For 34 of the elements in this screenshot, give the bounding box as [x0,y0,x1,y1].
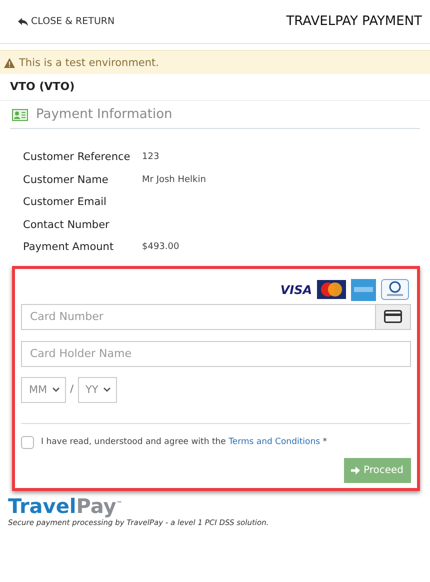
detail-value: Mr Josh Helkin [142,174,206,185]
chevron-down-icon [103,387,112,392]
detail-label: Payment Amount [23,241,115,254]
detail-label: Customer Name [23,174,110,186]
detail-label: Customer Reference [23,151,132,164]
detail-value: $493.00 [142,242,180,252]
page-title: TRAVELPAY PAYMENT [286,14,422,29]
expiry-year-dropdown[interactable]: YY [78,376,118,402]
section-title: Payment Information [36,107,172,122]
credit-card-icon [376,304,411,330]
visa-logo: VISA [280,282,312,296]
date-separator: / [70,384,74,395]
back-arrow-icon [18,18,28,26]
chevron-down-icon [52,387,60,392]
agency-name: VTO (VTO) [0,74,430,101]
detail-label: Customer Email [23,196,108,208]
detail-value: 123 [142,152,160,162]
expiry-month-dropdown[interactable]: MM [21,376,66,402]
proceed-button[interactable]: Proceed [344,458,411,482]
mastercard-logo [317,280,346,299]
card-number-field[interactable]: Card Number [21,304,376,330]
close-and-return-link[interactable]: CLOSE & RETURN [18,16,115,27]
id-card-icon [12,108,28,120]
warning-icon [4,58,15,68]
alert-message: This is a test environment. [19,56,160,68]
diners-club-logo [381,279,409,300]
terms-and-conditions-link[interactable]: Terms and Conditions [228,437,320,447]
arrow-right-icon [351,466,360,474]
terms-statement: I have read, understood and agree with the Terms and Conditions * [41,437,327,447]
detail-label: Contact Number [23,218,110,231]
terms-checkbox[interactable] [21,436,34,448]
travelpay-logo: TravelPay$^{™}$ [8,496,124,516]
amex-logo [351,278,376,300]
card-holder-name-field[interactable]: Card Holder Name [21,340,411,366]
